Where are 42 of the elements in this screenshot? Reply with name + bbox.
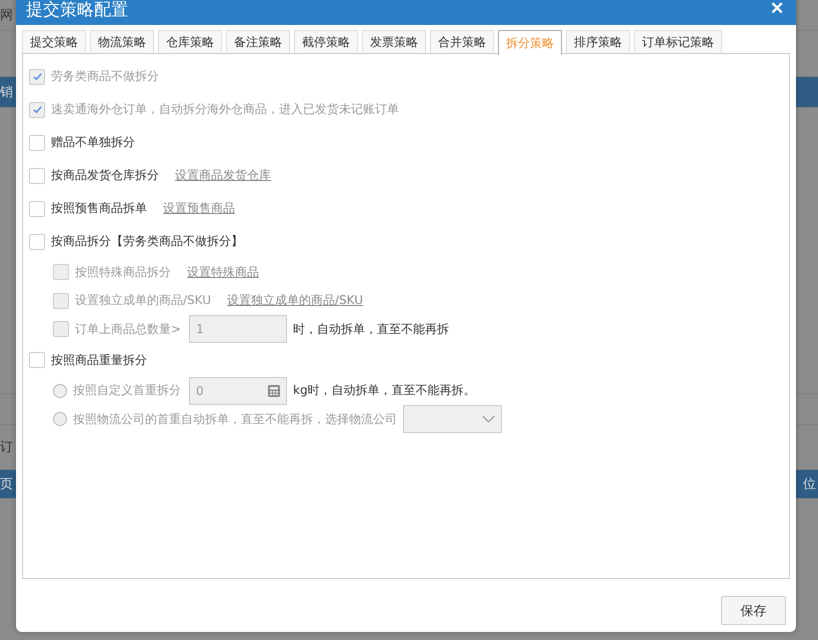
save-button[interactable]: 保存 xyxy=(721,596,786,625)
option-text: 时，自动拆单，直至不能再拆 xyxy=(293,320,450,338)
checkbox[interactable] xyxy=(29,352,45,368)
tab[interactable]: 仓库策略 xyxy=(158,30,222,54)
background-text: 页 xyxy=(0,476,13,493)
tab[interactable]: 排序策略 xyxy=(566,30,630,54)
dialog-title: 提交策略配置 xyxy=(26,0,128,21)
checkmark-icon xyxy=(32,71,42,82)
background-text: 订 xyxy=(0,439,13,456)
option-text: kg时，自动拆单，直至不能再拆。 xyxy=(293,382,476,400)
option-label: 劳务类商品不做拆分 xyxy=(51,68,159,85)
option-label: 按照物流公司的首重自动拆单，直至不能再拆，选择物流公司 xyxy=(73,410,397,428)
checkmark-icon xyxy=(32,104,42,115)
option-label: 设置独立成单的商品/SKU xyxy=(75,292,211,310)
background-text: 位 xyxy=(803,476,817,493)
option-label: 按照自定义首重拆分 xyxy=(73,382,181,400)
tab[interactable]: 物流策略 xyxy=(90,30,154,54)
tab[interactable]: 提交策略 xyxy=(22,30,86,54)
link[interactable]: 设置商品发货仓库 xyxy=(175,167,271,184)
background-text: 网 xyxy=(0,7,13,24)
option-label: 按商品拆分【劳务类商品不做拆分】 xyxy=(51,233,243,250)
option-label: 按照商品重量拆分 xyxy=(51,352,147,368)
option-label: 按照预售商品拆单 xyxy=(51,200,147,217)
calculator-icon xyxy=(267,384,281,398)
option-label: 速卖通海外仓订单，自动拆分海外仓商品，进入已发货未记账订单 xyxy=(51,101,399,118)
link[interactable]: 设置预售商品 xyxy=(163,200,235,217)
checkbox[interactable] xyxy=(29,168,45,184)
tab[interactable]: 发票策略 xyxy=(362,30,426,54)
tab[interactable]: 截停策略 xyxy=(294,30,358,54)
option-label: 订单上商品总数量> xyxy=(75,320,182,338)
tab[interactable]: 备注策略 xyxy=(226,30,290,54)
checkbox[interactable] xyxy=(29,134,45,150)
option-label: 赠品不单独拆分 xyxy=(51,134,135,151)
chevron-down-icon xyxy=(482,415,495,424)
background-text: 销 xyxy=(0,84,13,101)
checkbox[interactable] xyxy=(29,234,45,250)
tab[interactable]: 订单标记策略 xyxy=(634,30,722,54)
option-label: 按照特殊商品拆分 xyxy=(75,264,171,281)
close-button[interactable]: ✕ xyxy=(770,0,784,19)
option-label: 按商品发货仓库拆分 xyxy=(51,167,159,184)
tab[interactable]: 合并策略 xyxy=(430,30,494,54)
checkbox[interactable] xyxy=(29,200,45,216)
